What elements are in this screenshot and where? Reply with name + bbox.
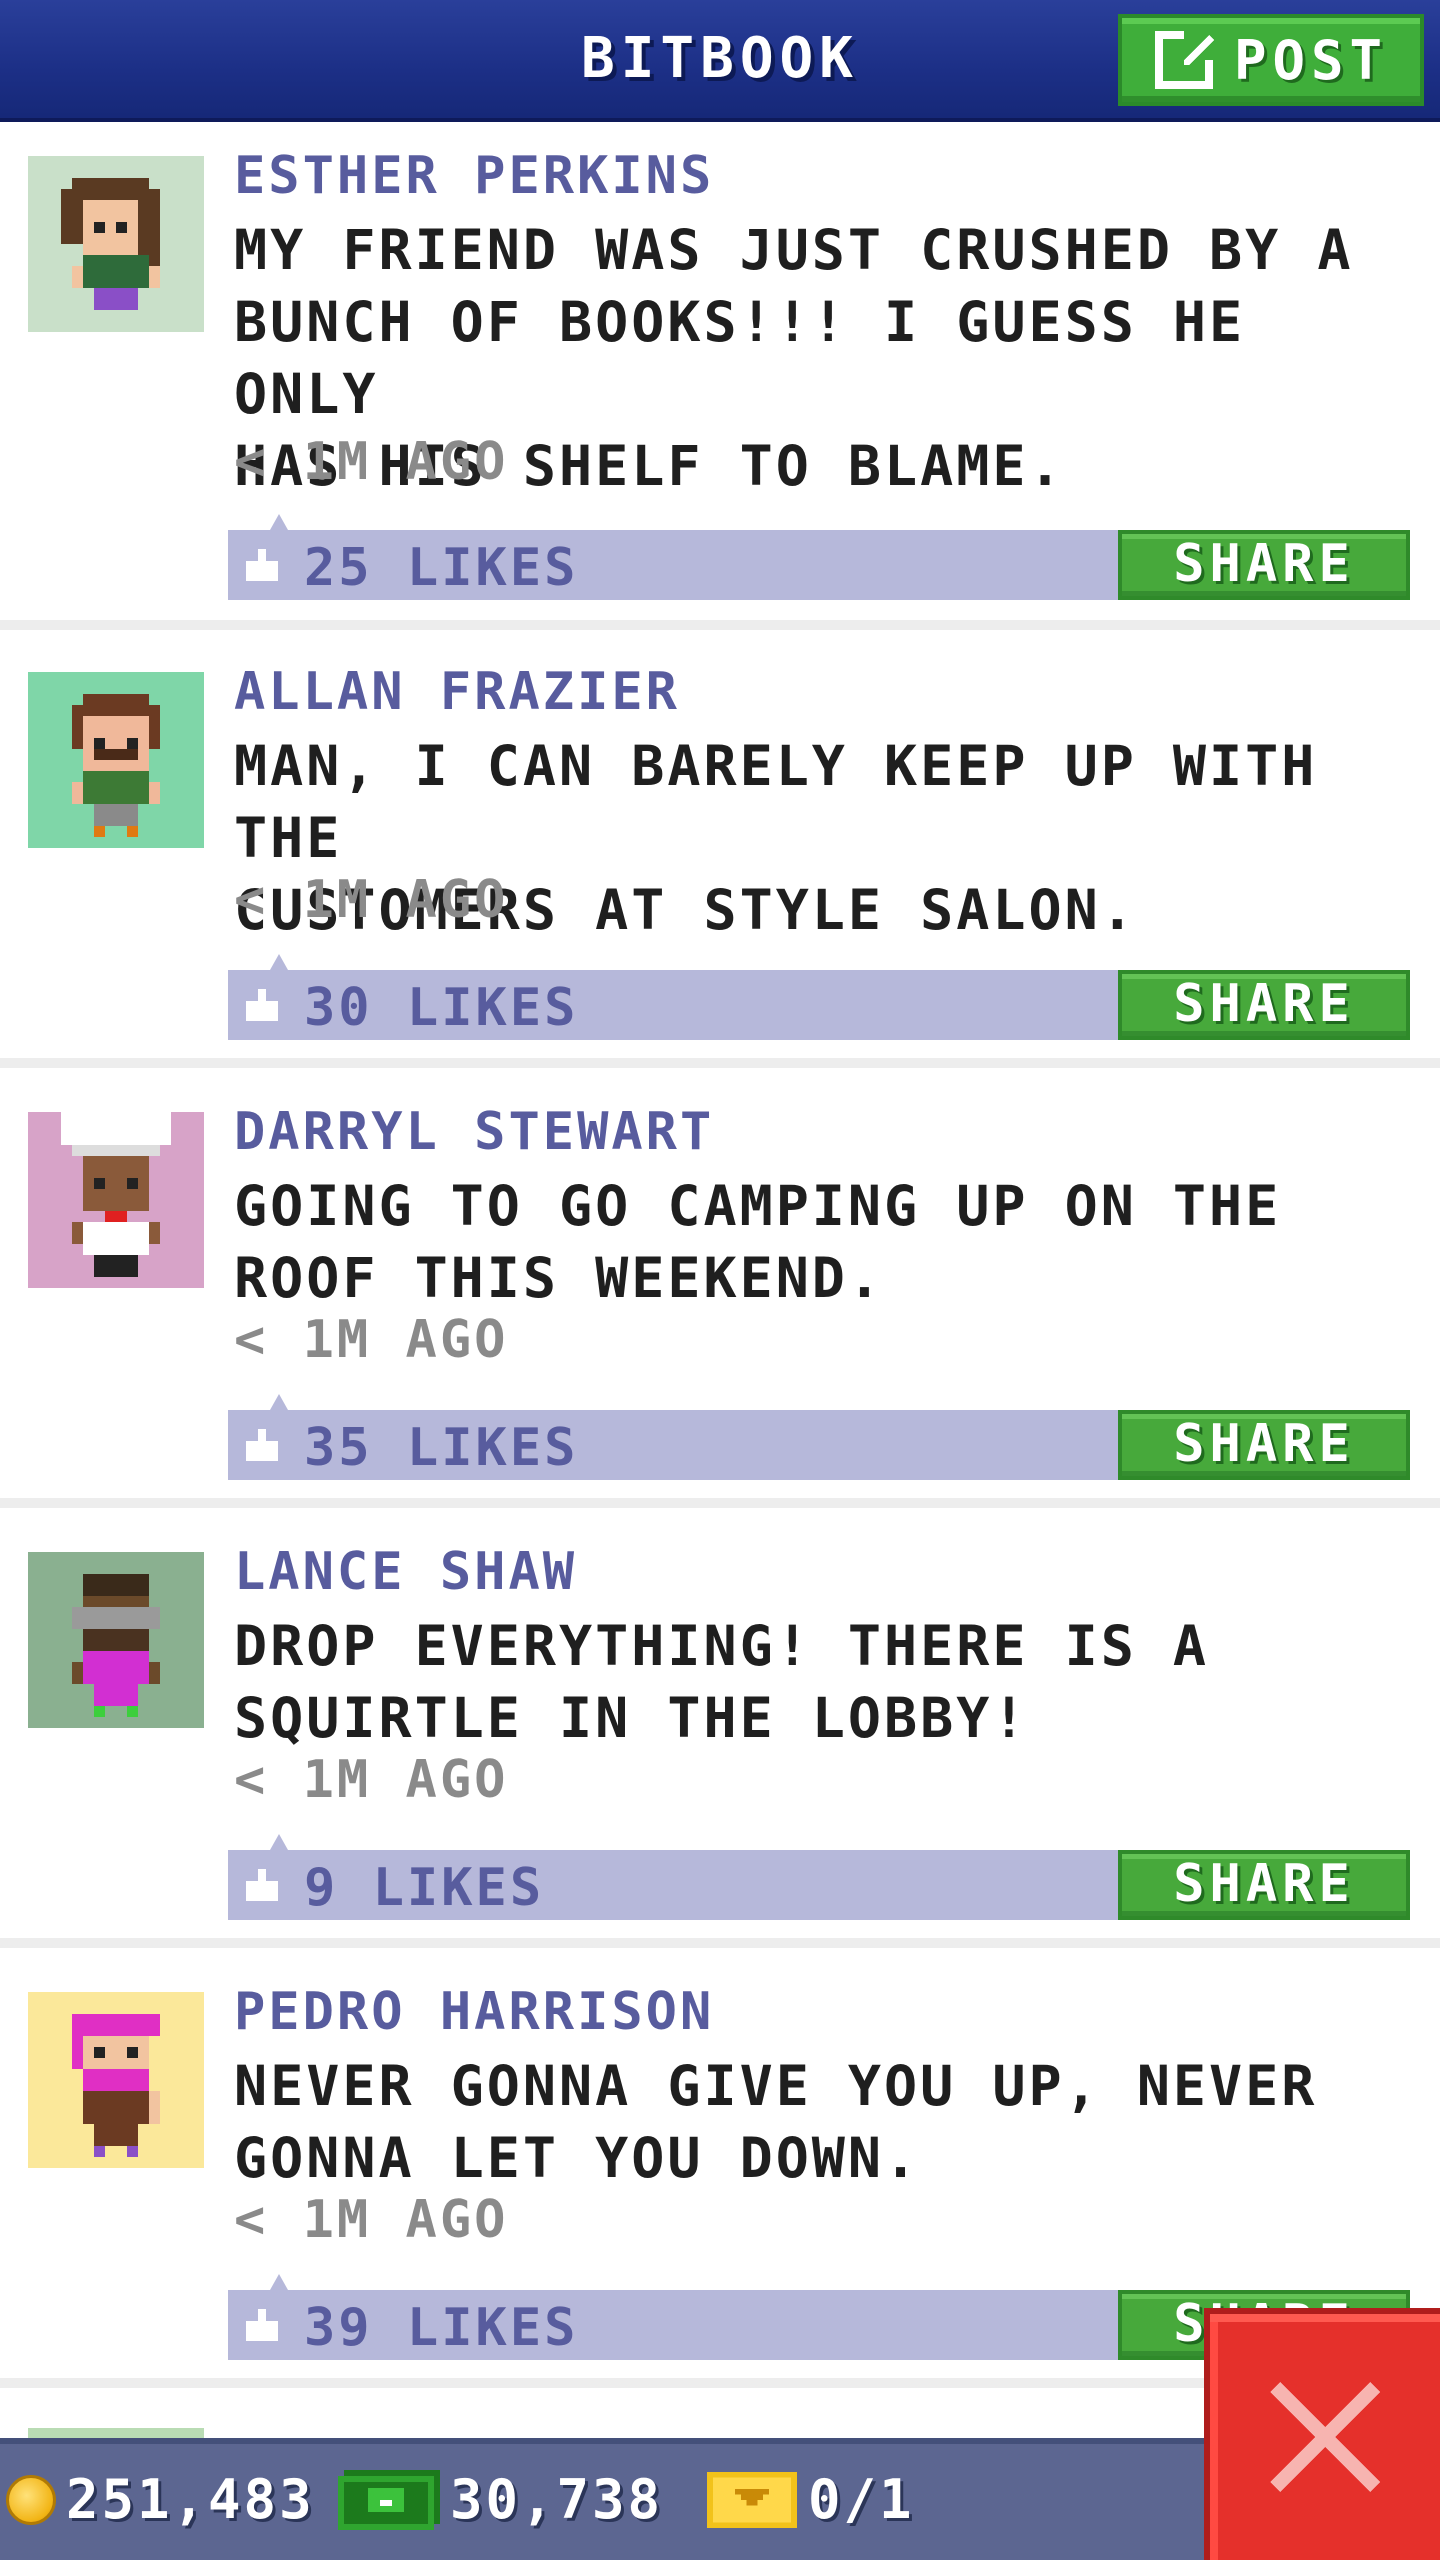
thumbs-up-icon bbox=[246, 549, 278, 581]
avatar bbox=[28, 1992, 204, 2168]
share-button[interactable]: SHARE bbox=[1118, 1410, 1410, 1480]
thumbs-up-icon bbox=[246, 1429, 278, 1461]
feed[interactable]: ESTHER PERKINS MY FRIEND WAS JUST CRUSHE… bbox=[0, 122, 1440, 2438]
post-button[interactable]: POST bbox=[1118, 14, 1424, 106]
close-icon bbox=[1270, 2382, 1380, 2492]
post-card: ALLAN FRAZIER MAN, I CAN BARELY KEEP UP … bbox=[0, 638, 1440, 1078]
divider bbox=[0, 1498, 1440, 1508]
likes-count: 30 LIKES bbox=[304, 978, 579, 1038]
ticket-icon bbox=[707, 2471, 797, 2528]
likes-count: 39 LIKES bbox=[304, 2298, 579, 2358]
divider bbox=[0, 1058, 1440, 1068]
post-time: < 1M AGO bbox=[234, 870, 509, 930]
post-time: < 1M AGO bbox=[234, 2190, 509, 2250]
thumbs-up-icon bbox=[246, 989, 278, 1021]
close-button[interactable] bbox=[1204, 2308, 1440, 2560]
post-time: < 1M AGO bbox=[234, 1750, 509, 1810]
likes-bar: 30 LIKES SHARE bbox=[228, 970, 1410, 1040]
post-author[interactable]: ALLAN FRAZIER bbox=[234, 662, 680, 722]
bux-stat: 30,738 bbox=[338, 2468, 663, 2531]
likes-count: 9 LIKES bbox=[304, 1858, 545, 1918]
top-bar: BITBOOK POST bbox=[0, 0, 1440, 122]
tickets-value: 0/1 bbox=[808, 2468, 915, 2531]
post-time: < 1M AGO bbox=[234, 432, 509, 492]
post-message: DROP EVERYTHING! THERE IS A SQUIRTLE IN … bbox=[234, 1614, 1210, 1750]
avatar bbox=[28, 156, 204, 332]
coin-icon bbox=[6, 2474, 56, 2525]
share-button[interactable]: SHARE bbox=[1118, 1850, 1410, 1920]
post-card: ESTHER PERKINS MY FRIEND WAS JUST CRUSHE… bbox=[0, 122, 1440, 600]
thumbs-up-icon bbox=[246, 1869, 278, 1901]
tickets-stat: 0/1 bbox=[706, 2468, 915, 2531]
avatar bbox=[28, 2428, 204, 2438]
share-button[interactable]: SHARE bbox=[1118, 530, 1410, 600]
post-card: DARRYL STEWART GOING TO GO CAMPING UP ON… bbox=[0, 1078, 1440, 1518]
edit-icon bbox=[1154, 31, 1214, 89]
post-message: NEVER GONNA GIVE YOU UP, NEVER GONNA LET… bbox=[234, 2054, 1318, 2190]
likes-bar: 9 LIKES SHARE bbox=[228, 1850, 1410, 1920]
post-author[interactable]: PEDRO HARRISON bbox=[234, 1982, 714, 2042]
post-time: < 1M AGO bbox=[234, 1310, 509, 1370]
share-button[interactable]: SHARE bbox=[1118, 970, 1410, 1040]
post-card: LANCE SHAW DROP EVERYTHING! THERE IS A S… bbox=[0, 1518, 1440, 1958]
post-author[interactable]: LANCE SHAW bbox=[234, 1542, 577, 1602]
divider bbox=[0, 1938, 1440, 1948]
post-author[interactable]: ESTHER PERKINS bbox=[234, 146, 714, 206]
post-author[interactable]: DARRYL STEWART bbox=[234, 1102, 714, 1162]
bux-icon bbox=[338, 2469, 440, 2530]
bux-value: 30,738 bbox=[450, 2468, 664, 2531]
likes-bar: 25 LIKES SHARE bbox=[228, 530, 1410, 600]
post-button-label: POST bbox=[1233, 28, 1389, 92]
likes-count: 25 LIKES bbox=[304, 538, 579, 598]
avatar bbox=[28, 672, 204, 848]
likes-bar: 35 LIKES SHARE bbox=[228, 1410, 1410, 1480]
divider bbox=[0, 620, 1440, 630]
post-message: GOING TO GO CAMPING UP ON THE ROOF THIS … bbox=[234, 1174, 1282, 1310]
coins-stat: 251,483 bbox=[6, 2468, 315, 2531]
avatar bbox=[28, 1112, 204, 1288]
avatar bbox=[28, 1552, 204, 1728]
likes-count: 35 LIKES bbox=[304, 1418, 579, 1478]
coins-value: 251,483 bbox=[66, 2468, 315, 2531]
thumbs-up-icon bbox=[246, 2309, 278, 2341]
